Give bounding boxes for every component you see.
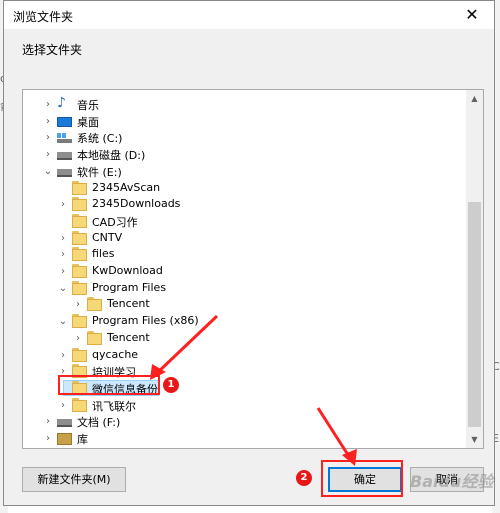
close-icon[interactable]: ✕	[450, 1, 494, 29]
scroll-up-arrow-icon[interactable]: ▲	[466, 90, 483, 107]
instruction-label: 选择文件夹	[22, 43, 83, 57]
drive-icon	[57, 168, 72, 177]
step-marker-1: 1	[163, 377, 179, 393]
chevron-right-icon[interactable]: ›	[58, 196, 68, 213]
scrollbar-thumb[interactable]	[468, 202, 481, 427]
folder-icon	[72, 230, 87, 245]
tree-row[interactable]: › 本地磁盘 (D:)	[23, 146, 463, 163]
tree-row[interactable]: › 网络	[23, 447, 463, 449]
folder-icon	[72, 280, 87, 295]
folder-icon	[72, 347, 87, 362]
tree-row[interactable]: › CNTV	[23, 230, 463, 247]
step-marker-2: 2	[296, 470, 312, 486]
tree-row-label: Tencent	[107, 297, 150, 311]
tree-row-label: CNTV	[92, 230, 123, 244]
tree-row[interactable]: › qycache	[23, 347, 463, 364]
folder-icon	[87, 330, 102, 345]
folder-tree[interactable]: › ♪ 音乐 › 桌面 › 系统 (C:) › 本地磁盘 (D:) ⌄ 软件 (E:) 2345AvS…	[22, 89, 484, 449]
chevron-right-icon[interactable]: ›	[43, 430, 53, 447]
tree-row[interactable]: › 2345Downloads	[23, 196, 463, 213]
chevron-right-icon[interactable]: ›	[43, 96, 53, 113]
tree-row[interactable]: › KwDownload	[23, 263, 463, 280]
tree-row[interactable]: › 讯飞联尔	[23, 397, 463, 414]
chevron-right-icon[interactable]: ›	[43, 129, 53, 146]
drive-icon	[57, 152, 72, 161]
tree-row[interactable]: › Tencent	[23, 330, 463, 347]
folder-icon	[72, 247, 87, 262]
chevron-right-icon[interactable]: ›	[73, 296, 83, 313]
tree-row[interactable]: › files	[23, 246, 463, 263]
tree-row-label: Program Files	[92, 280, 167, 294]
tree-row[interactable]: › ♪ 音乐	[23, 95, 463, 113]
watermark: Baidu经验	[410, 472, 494, 491]
highlight-box-ok	[321, 460, 403, 497]
tree-row-label: 讯飞联尔	[92, 399, 136, 413]
tree-row[interactable]: CAD习作	[23, 213, 463, 230]
tree-row-label: 系统 (C:)	[77, 132, 123, 146]
desktop-icon	[57, 116, 72, 127]
chevron-right-icon[interactable]: ›	[73, 330, 83, 347]
chevron-down-icon[interactable]: ⌄	[58, 280, 68, 297]
folder-icon	[72, 180, 87, 195]
folder-icon	[72, 213, 87, 228]
chevron-right-icon[interactable]: ›	[43, 146, 53, 163]
drive-icon	[57, 419, 72, 428]
tree-row-label: 软件 (E:)	[77, 165, 122, 179]
tree-row[interactable]: › Tencent	[23, 296, 463, 313]
library-icon	[57, 433, 72, 445]
tree-row-label: files	[92, 247, 115, 261]
tree-row-label: Tencent	[107, 330, 150, 344]
title-bar: 浏览文件夹 ✕	[4, 1, 494, 29]
folder-icon	[72, 397, 87, 412]
tree-row-label: 音乐	[77, 99, 99, 112]
tree-row-label: 2345Downloads	[92, 197, 181, 211]
tree-row[interactable]: › 系统 (C:)	[23, 129, 463, 146]
tree-row-label: 2345AvScan	[92, 180, 161, 194]
folder-icon	[72, 264, 87, 278]
tree-row-label: qycache	[92, 347, 139, 361]
scroll-down-arrow-icon[interactable]: ▼	[466, 431, 483, 448]
system-drive-icon	[57, 133, 72, 144]
tree-row-label: Program Files (x86)	[92, 314, 199, 328]
tree-row-label: KwDownload	[92, 264, 163, 277]
tree-row[interactable]: › 文档 (F:)	[23, 413, 463, 430]
tree-row-label: CAD习作	[92, 215, 138, 229]
vertical-scrollbar[interactable]: ▲ ▼	[466, 90, 483, 448]
tree-row-label: 库	[77, 433, 88, 446]
tree-row-label: 本地磁盘 (D:)	[77, 149, 146, 163]
tree-row-label: 桌面	[77, 115, 99, 129]
folder-icon	[87, 297, 102, 312]
chevron-down-icon[interactable]: ⌄	[58, 313, 68, 330]
chevron-right-icon[interactable]: ›	[43, 113, 53, 130]
chevron-right-icon[interactable]: ›	[43, 413, 53, 430]
chevron-right-icon[interactable]: ›	[58, 397, 68, 414]
dialog-title: 浏览文件夹	[13, 10, 74, 24]
highlight-box-folder	[58, 375, 160, 395]
browse-folder-dialog: 浏览文件夹 ✕ 选择文件夹 › ♪ 音乐 › 桌面 › 系统 (C:) › 本地磁盘 (D:) ⌄…	[3, 0, 495, 506]
chevron-right-icon[interactable]: ›	[58, 230, 68, 247]
tree-row[interactable]: ⌄ 软件 (E:)	[23, 163, 463, 180]
folder-icon	[72, 197, 87, 212]
chevron-right-icon[interactable]: ›	[58, 246, 68, 263]
tree-row[interactable]: 2345AvScan	[23, 180, 463, 197]
chevron-right-icon[interactable]: ›	[58, 347, 68, 364]
tree-row[interactable]: › 桌面	[23, 113, 463, 130]
new-folder-button[interactable]: 新建文件夹(M)	[22, 467, 126, 492]
tree-row-label: 文档 (F:)	[77, 416, 121, 430]
tree-row-label: 网络	[77, 448, 99, 449]
chevron-right-icon[interactable]: ›	[43, 447, 53, 448]
tree-row[interactable]: ⌄ Program Files	[23, 280, 463, 297]
chevron-down-icon[interactable]: ⌄	[43, 163, 53, 180]
tree-row[interactable]: › 库	[23, 430, 463, 447]
tree-row[interactable]: ⌄ Program Files (x86)	[23, 313, 463, 330]
music-icon: ♪	[57, 95, 66, 111]
folder-icon	[72, 314, 87, 329]
chevron-right-icon[interactable]: ›	[58, 263, 68, 280]
